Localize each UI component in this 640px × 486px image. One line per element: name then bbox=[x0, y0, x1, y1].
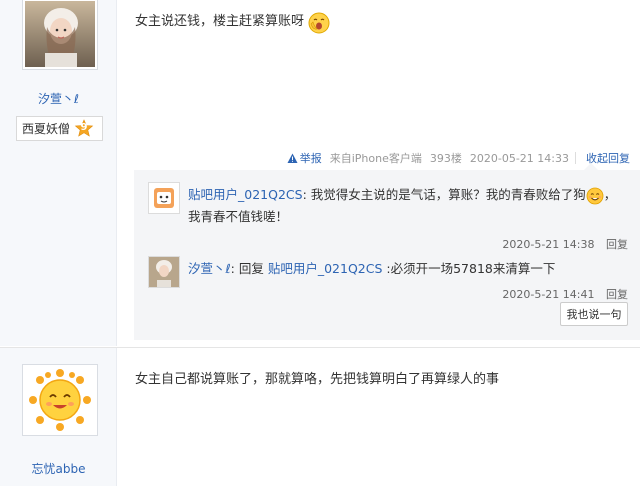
post-content: 女主说还钱，楼主赶紧算账呀 bbox=[135, 10, 330, 33]
avatar[interactable] bbox=[22, 364, 98, 436]
post-content: 女主自己都说算账了，那就算咯，先把钱算明白了再算绿人的事 bbox=[135, 372, 500, 387]
floor-number: 393楼 bbox=[429, 152, 462, 165]
reply-item: 汐萱丶ℓ: 回复 贴吧用户_021Q2CS :必须开一场57818来清算一下 2… bbox=[148, 256, 628, 301]
reply-item: 贴吧用户_021Q2CS: 我觉得女主说的是气话，算账？我的青春败给了狗 ，我青春… bbox=[148, 182, 628, 254]
badge-name: 西夏妖僧 bbox=[22, 122, 71, 136]
reply-button[interactable]: 回复 bbox=[606, 288, 628, 301]
reply-content: 汐萱丶ℓ: 回复 贴吧用户_021Q2CS :必须开一场57818来清算一下 bbox=[188, 258, 628, 280]
reply-time: 2020-5-21 14:41 bbox=[502, 288, 595, 301]
reply-thread: 贴吧用户_021Q2CS: 我觉得女主说的是气话，算账？我的青春败给了狗 ，我青春… bbox=[134, 163, 640, 340]
reply-username[interactable]: 汐萱丶ℓ bbox=[188, 261, 231, 276]
reply-target-username[interactable]: 贴吧用户_021Q2CS bbox=[268, 261, 383, 276]
report-icon bbox=[287, 153, 298, 163]
reply-prefix: : 回复 bbox=[230, 261, 264, 276]
reply-button[interactable]: 回复 bbox=[606, 238, 628, 251]
post-tail: 举报 来自iPhone客户端 393楼 2020-05-21 14:33 收起回… bbox=[287, 150, 630, 166]
sun-avatar-icon bbox=[25, 367, 95, 433]
smile-emoji-icon bbox=[586, 187, 604, 205]
report-label: 举报 bbox=[299, 152, 322, 165]
avatar[interactable] bbox=[22, 0, 98, 70]
client-source[interactable]: 来自iPhone客户端 bbox=[330, 150, 422, 166]
reply-meta: 2020-5-21 14:38 回复 bbox=[502, 236, 628, 252]
author-column: 忘忧abbe bbox=[0, 348, 117, 486]
add-reply-button[interactable]: 我也说一句 bbox=[560, 302, 628, 326]
post-content-text: 女主说还钱，楼主赶紧算账呀 bbox=[135, 14, 305, 29]
level-star-icon: 9 bbox=[74, 118, 94, 139]
reply-avatar[interactable] bbox=[148, 182, 180, 214]
post-time: 2020-05-21 14:33 bbox=[469, 151, 569, 165]
author-column: 汐萱丶ℓ 西夏妖僧 9 bbox=[0, 0, 117, 346]
level-number: 9 bbox=[80, 121, 88, 133]
reply-username[interactable]: 贴吧用户_021Q2CS bbox=[188, 187, 303, 202]
post-next: 忘忧abbe 女主自己都说算账了，那就算咯，先把钱算明白了再算绿人的事 bbox=[0, 347, 640, 486]
reply-content: 贴吧用户_021Q2CS: 我觉得女主说的是气话，算账？我的青春败给了狗 ，我青春… bbox=[188, 184, 628, 228]
reply-time: 2020-5-21 14:38 bbox=[502, 238, 595, 251]
post-393: 汐萱丶ℓ 西夏妖僧 9 女主说还钱，楼主赶紧算账呀 举报 来自iPhone客户端… bbox=[0, 0, 640, 346]
yawn-emoji-icon bbox=[308, 12, 330, 33]
reply-meta: 2020-5-21 14:41 回复 bbox=[502, 286, 628, 302]
reply-text: :必须开一场57818来清算一下 bbox=[382, 261, 556, 276]
tail-divider bbox=[575, 152, 576, 164]
member-badge[interactable]: 西夏妖僧 9 bbox=[16, 116, 103, 141]
author-username[interactable]: 汐萱丶ℓ bbox=[0, 90, 117, 107]
reply-avatar[interactable] bbox=[148, 256, 180, 288]
reply-text: : 我觉得女主说的是气话，算账？我的青春败给了狗 bbox=[302, 187, 586, 202]
author-username[interactable]: 忘忧abbe bbox=[0, 460, 117, 477]
report-link[interactable]: 举报 bbox=[287, 150, 322, 166]
